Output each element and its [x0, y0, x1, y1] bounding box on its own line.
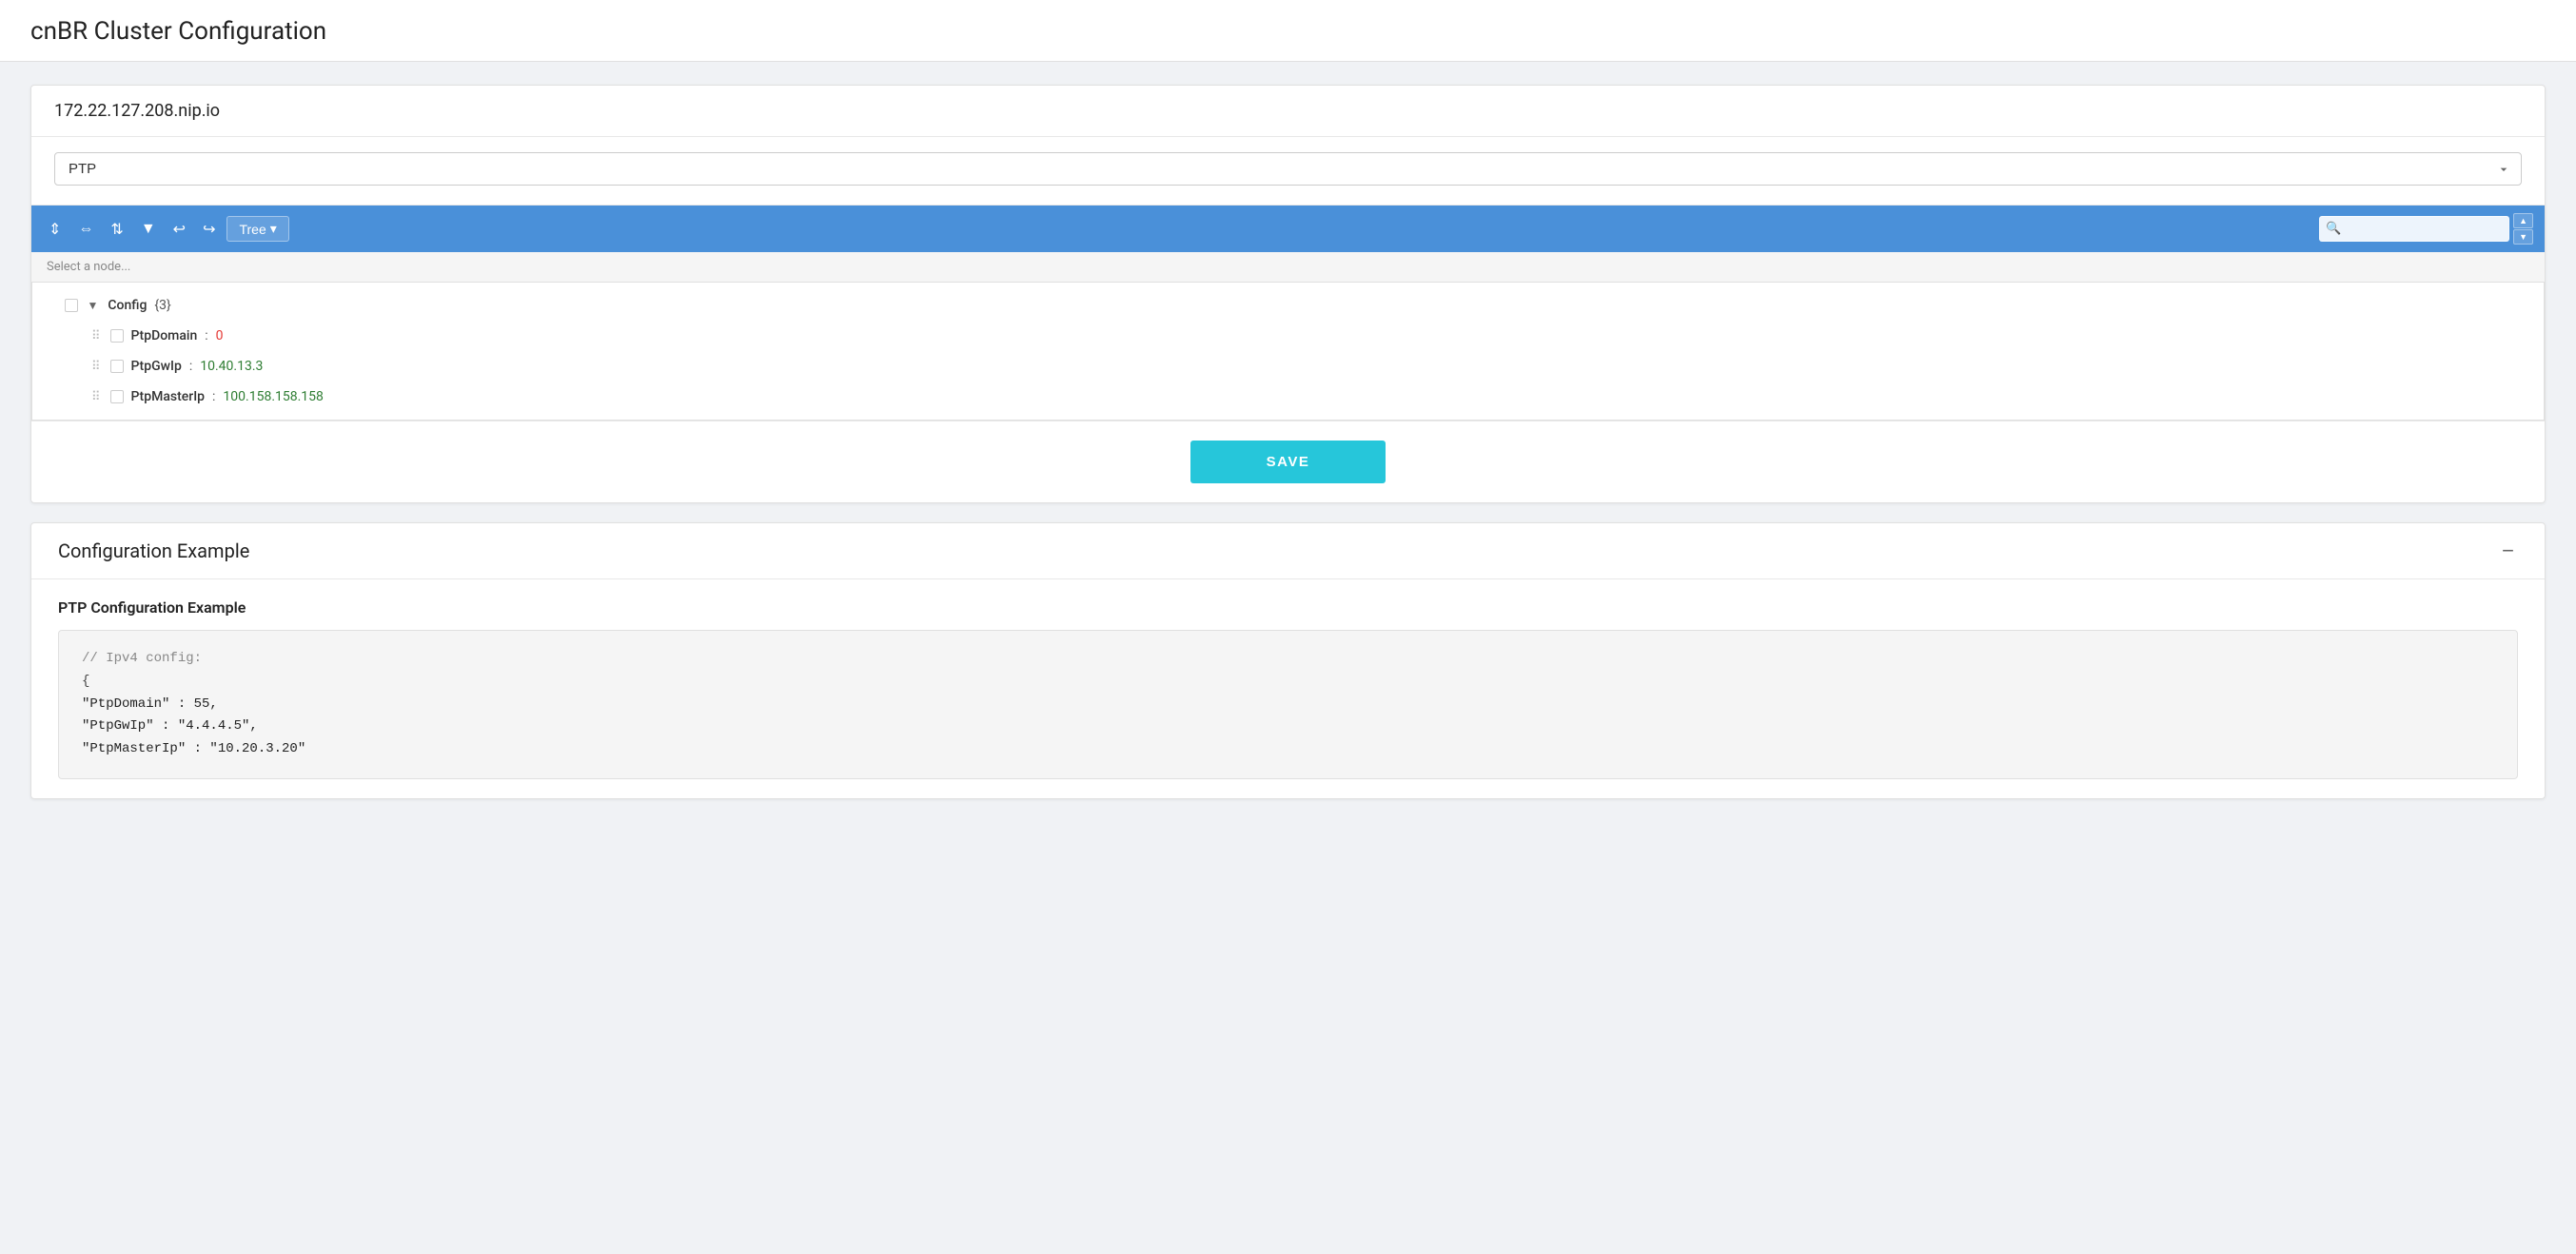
server-name: 172.22.127.208.nip.io — [31, 86, 2545, 137]
field-value-0: 0 — [216, 328, 224, 343]
main-card: 172.22.127.208.nip.io PTP NTP DHCP ⇕ ⇔ ⇅ — [30, 85, 2546, 503]
dropdown-row: PTP NTP DHCP — [31, 137, 2545, 206]
tree-root-brace: {3} — [154, 298, 170, 313]
undo-icon: ↩ — [173, 220, 186, 239]
table-row: ⠿ PtpMasterIp : 100.158.158.158 — [78, 382, 2544, 412]
expand-all-button[interactable]: ⇕ — [43, 216, 67, 243]
tree-label: Tree — [239, 222, 265, 237]
code-line-0: // Ipv4 config: — [82, 648, 2494, 671]
search-nav-buttons: ▲ ▼ — [2513, 213, 2533, 245]
protocol-dropdown[interactable]: PTP NTP DHCP — [54, 152, 2522, 186]
field-checkbox-1[interactable] — [110, 360, 124, 373]
drag-handle[interactable]: ⠿ — [89, 329, 103, 343]
filter-icon: ▼ — [141, 221, 156, 238]
search-input-wrap: 🔍 — [2319, 216, 2509, 242]
config-example-header: Configuration Example − — [31, 523, 2545, 579]
search-icon: 🔍 — [2326, 222, 2341, 236]
tree-root-key: Config — [108, 298, 147, 313]
redo-button[interactable]: ↪ — [197, 216, 221, 243]
search-input[interactable] — [2319, 216, 2509, 242]
collapse-all-icon: ⇔ — [78, 221, 93, 238]
config-example-title: Configuration Example — [58, 539, 249, 562]
page-container: cnBR Cluster Configuration 172.22.127.20… — [0, 0, 2576, 1254]
field-key-2: PtpMasterIp — [131, 389, 206, 404]
field-checkbox-2[interactable] — [110, 390, 124, 403]
code-line-1: { — [82, 671, 2494, 694]
field-colon-2: : — [212, 389, 215, 404]
config-example-subtitle: PTP Configuration Example — [58, 598, 2518, 617]
undo-button[interactable]: ↩ — [167, 216, 191, 243]
field-key-1: PtpGwIp — [131, 359, 182, 374]
filter-button[interactable]: ▼ — [135, 217, 162, 242]
tree-area: ⠿ ▼ Config {3} ⠿ PtpDomain : 0 ⠿ — [31, 283, 2545, 421]
collapse-button[interactable]: − — [2498, 539, 2518, 563]
save-button[interactable]: SAVE — [1190, 441, 1386, 483]
drag-handle[interactable]: ⠿ — [89, 360, 103, 374]
code-line-3: "PtpGwIp" : "4.4.4.5", — [82, 715, 2494, 738]
tree-chevron-icon: ▾ — [270, 221, 277, 237]
field-value-1: 10.40.13.3 — [200, 359, 263, 374]
field-key-0: PtpDomain — [131, 328, 198, 343]
code-block: // Ipv4 config: { "PtpDomain" : 55, "Ptp… — [58, 630, 2518, 779]
search-prev-button[interactable]: ▲ — [2513, 213, 2533, 228]
tree-root-row: ⠿ ▼ Config {3} — [32, 290, 2544, 321]
tree-toolbar: ⇕ ⇔ ⇅ ▼ ↩ ↪ Tree ▾ — [31, 206, 2545, 252]
sort-button[interactable]: ⇅ — [105, 216, 128, 243]
field-checkbox-0[interactable] — [110, 329, 124, 343]
tree-view-button[interactable]: Tree ▾ — [226, 216, 288, 242]
save-area: SAVE — [31, 421, 2545, 502]
main-content: 172.22.127.208.nip.io PTP NTP DHCP ⇕ ⇔ ⇅ — [0, 62, 2576, 822]
expand-all-icon: ⇕ — [49, 220, 61, 239]
redo-icon: ↪ — [203, 220, 215, 239]
field-colon-1: : — [189, 359, 192, 374]
root-checkbox[interactable] — [65, 299, 78, 312]
node-selector-bar: Select a node... — [31, 252, 2545, 283]
node-selector-text: Select a node... — [47, 260, 130, 274]
search-next-button[interactable]: ▼ — [2513, 229, 2533, 245]
field-colon-0: : — [205, 328, 207, 343]
page-title: cnBR Cluster Configuration — [0, 0, 2576, 62]
sort-icon: ⇅ — [110, 220, 123, 239]
search-area: 🔍 ▲ ▼ — [2319, 213, 2533, 245]
config-example-card: Configuration Example − PTP Configuratio… — [30, 522, 2546, 799]
field-value-2: 100.158.158.158 — [223, 389, 324, 404]
table-row: ⠿ PtpGwIp : 10.40.13.3 — [78, 351, 2544, 382]
collapse-all-button[interactable]: ⇔ — [72, 217, 99, 242]
config-example-body: PTP Configuration Example // Ipv4 config… — [31, 579, 2545, 798]
tree-expand-toggle[interactable]: ▼ — [86, 299, 101, 312]
table-row: ⠿ PtpDomain : 0 — [78, 321, 2544, 351]
code-line-4: "PtpMasterIp" : "10.20.3.20" — [82, 738, 2494, 761]
code-line-2: "PtpDomain" : 55, — [82, 694, 2494, 716]
drag-handle[interactable]: ⠿ — [89, 390, 103, 404]
